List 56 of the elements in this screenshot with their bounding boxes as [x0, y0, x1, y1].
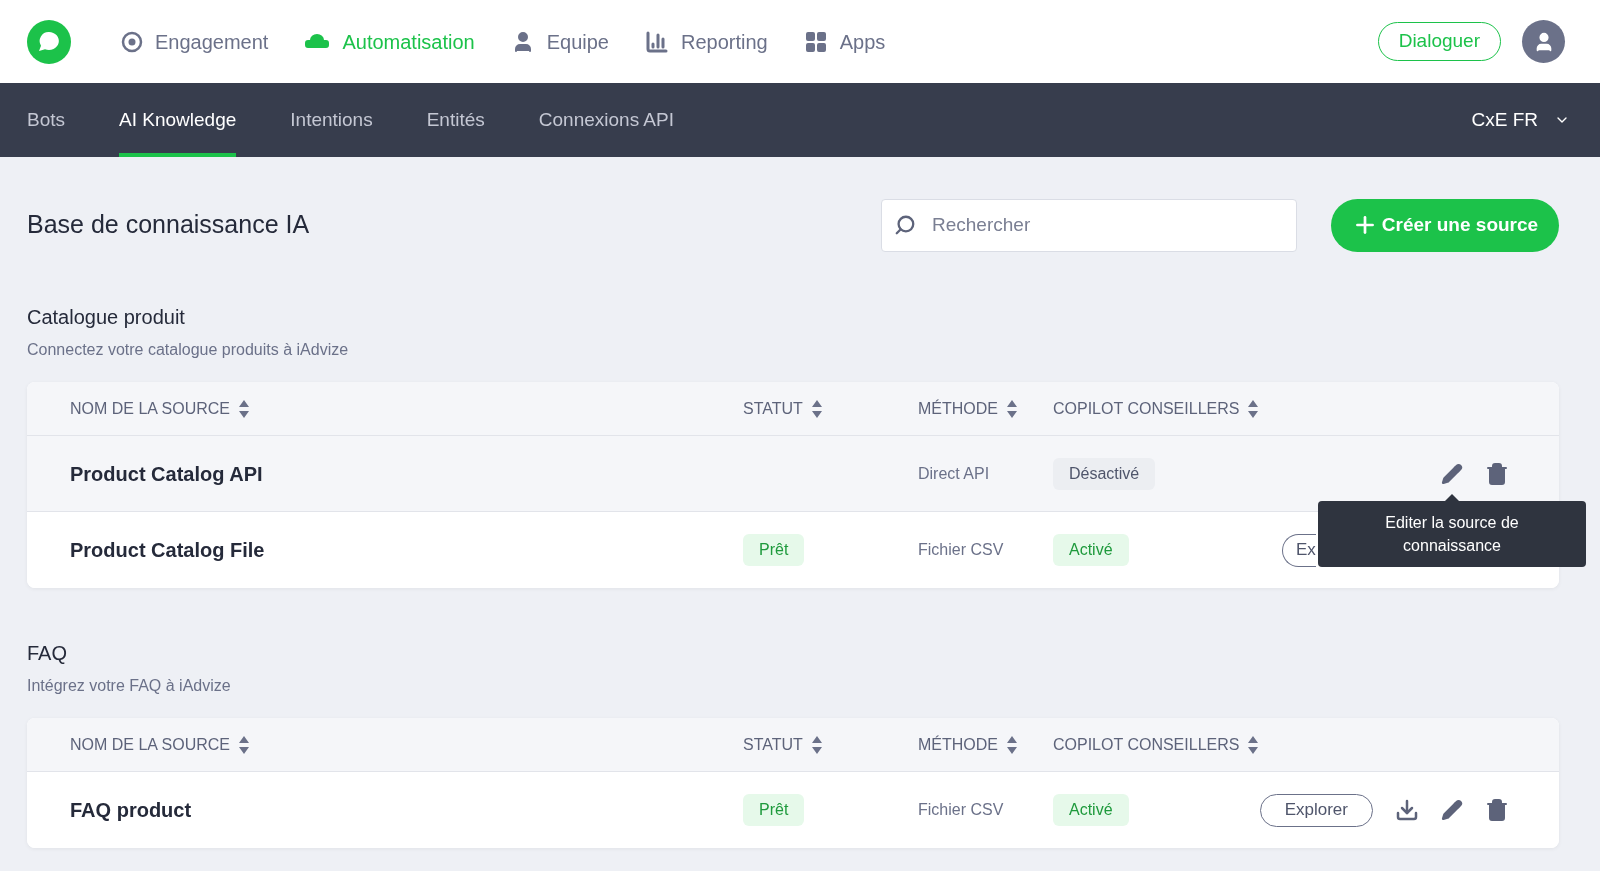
sort-icon[interactable] — [810, 398, 823, 419]
column-header: MÉTHODE — [918, 398, 998, 419]
copilot-badge: Activé — [1053, 794, 1129, 826]
status-badge: Prêt — [743, 794, 805, 826]
avatar[interactable] — [1522, 20, 1565, 63]
column-header: COPILOT CONSEILLERS — [1053, 398, 1240, 419]
nav-link[interactable]: Engagement — [155, 26, 269, 57]
method-label: Fichier CSV — [918, 541, 1004, 558]
tab[interactable]: Entités — [426, 83, 485, 157]
sort-icon[interactable] — [1006, 398, 1018, 419]
method-label: Direct API — [918, 464, 990, 482]
nav-link[interactable]: Reporting — [681, 26, 768, 57]
copilot-badge: Désactivé — [1053, 457, 1156, 490]
page-title: Base de connaissance IA — [27, 209, 310, 241]
column-header: STATUT — [743, 734, 803, 755]
sort-icon[interactable] — [238, 734, 251, 755]
section-title: Catalogue produit — [27, 305, 186, 330]
column-header: NOM DE LA SOURCE — [70, 734, 231, 755]
method-label: Fichier CSV — [918, 801, 1004, 818]
edit-icon[interactable] — [1441, 462, 1463, 485]
column-header: NOM DE LA SOURCE — [70, 398, 231, 419]
search-input[interactable]: Rechercher — [932, 210, 1284, 240]
delete-icon[interactable] — [1485, 798, 1509, 822]
nav-link[interactable]: Equipe — [546, 26, 609, 57]
source-name: Product Catalog File — [70, 539, 265, 561]
tab[interactable]: Bots — [27, 83, 66, 157]
source-name: Product Catalog API — [70, 462, 263, 485]
section-subtitle: Connectez votre catalogue produits à iAdvize — [27, 340, 350, 360]
search-field[interactable]: Rechercher — [881, 198, 1297, 252]
sort-icon[interactable] — [1247, 734, 1260, 755]
account-dropdown[interactable]: CxE FR — [1471, 83, 1570, 157]
column-header: MÉTHODE — [918, 734, 998, 755]
grid-icon — [803, 29, 828, 54]
sort-icon[interactable] — [238, 398, 251, 419]
section-title: FAQ — [27, 641, 68, 666]
search-icon — [894, 214, 916, 236]
sort-icon[interactable] — [1247, 398, 1260, 419]
delete-icon[interactable] — [1485, 461, 1509, 486]
target-icon — [121, 30, 143, 53]
column-header: STATUT — [743, 398, 803, 419]
tab[interactable]: Intentions — [290, 83, 373, 157]
nav-link[interactable]: Apps — [839, 26, 886, 57]
logo-icon[interactable] — [27, 19, 71, 64]
download-icon[interactable] — [1395, 798, 1419, 822]
section-subtitle: Intégrez votre FAQ à iAdvize — [27, 676, 232, 696]
bar-chart-icon — [645, 29, 669, 54]
copilot-badge: Activé — [1053, 534, 1129, 566]
column-header: COPILOT CONSEILLERS — [1053, 734, 1240, 755]
tooltip: Editer la source de connaissance — [1318, 500, 1586, 567]
sort-icon[interactable] — [1006, 734, 1018, 755]
tab[interactable]: AI Knowledge — [119, 83, 237, 157]
edit-icon[interactable] — [1441, 799, 1463, 821]
tab[interactable]: Connexions API — [538, 83, 674, 157]
sort-icon[interactable] — [810, 734, 823, 755]
status-badge: Prêt — [743, 534, 805, 566]
source-name: FAQ product — [70, 799, 192, 821]
